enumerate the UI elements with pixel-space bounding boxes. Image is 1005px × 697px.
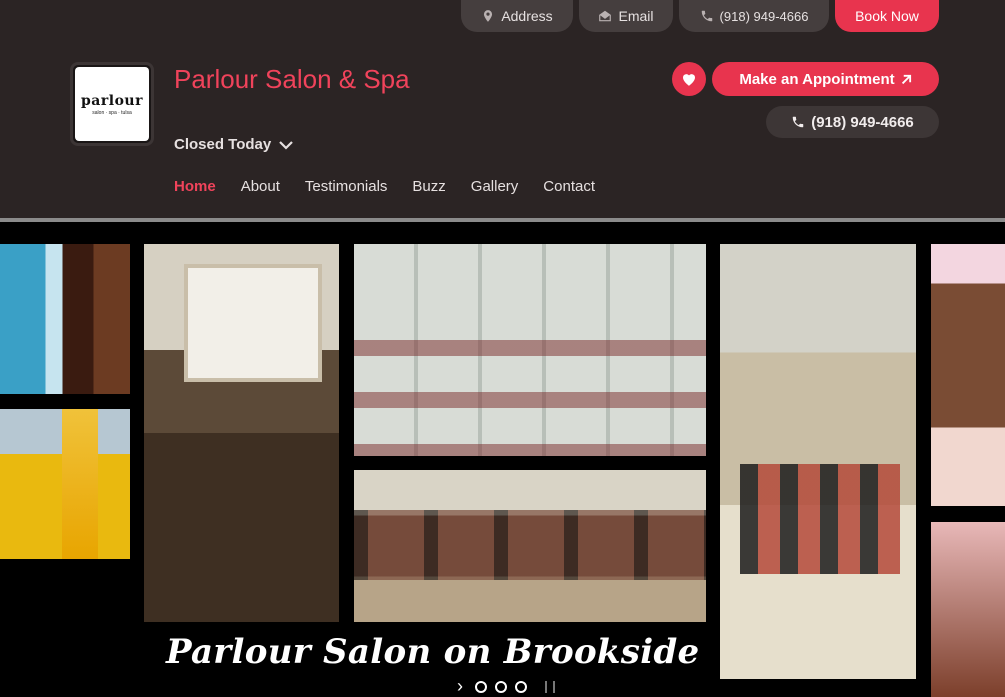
external-arrow-icon — [901, 74, 911, 84]
hours-dropdown[interactable]: Closed Today — [174, 136, 294, 153]
gallery-photo-nail-polish-display[interactable] — [720, 244, 916, 679]
favorite-button[interactable] — [672, 62, 706, 96]
gallery-photo-product-shelves[interactable] — [354, 244, 706, 456]
slide-dot[interactable] — [475, 680, 487, 693]
nav-item-buzz[interactable]: Buzz — [412, 178, 445, 195]
site-header: parlour salon · spa · tulsa Parlour Salo… — [0, 40, 1005, 220]
header-phone-label: (918) 949-4666 — [811, 113, 914, 131]
gallery-photo-bridal-hair[interactable] — [931, 244, 1005, 506]
slideshow-caption: Parlour Salon on Brookside — [166, 632, 700, 672]
book-now-button[interactable]: Book Now — [835, 0, 939, 32]
photo-gallery-slideshow: Parlour Salon on Brookside › — [0, 222, 1005, 697]
address-label: Address — [501, 8, 553, 24]
slide-dot[interactable] — [495, 680, 507, 693]
gallery-photo-salon-interior[interactable] — [144, 244, 339, 622]
gallery-photo-hairstyle[interactable] — [931, 522, 1005, 697]
nav-item-contact[interactable]: Contact — [543, 178, 595, 195]
top-utility-bar: Address Email (918) 949-4666 Book Now — [0, 0, 1005, 40]
slideshow-controls: › — [453, 676, 555, 697]
map-pin-icon — [484, 10, 493, 22]
nav-item-testimonials[interactable]: Testimonials — [305, 178, 388, 195]
main-nav: Home About Testimonials Buzz Gallery Con… — [174, 178, 595, 195]
phone-icon — [701, 10, 712, 22]
chevron-down-icon — [279, 140, 294, 150]
email-label: Email — [618, 8, 654, 24]
appointment-label: Make an Appointment — [739, 70, 895, 88]
gallery-photo-styling-stations[interactable] — [354, 470, 706, 622]
slide-dot[interactable] — [515, 680, 527, 693]
logo-image: parlour salon · spa · tulsa — [75, 67, 149, 141]
address-button[interactable]: Address — [461, 0, 573, 32]
phone-label: (918) 949-4666 — [719, 8, 809, 24]
nav-item-gallery[interactable]: Gallery — [471, 178, 519, 195]
next-icon[interactable]: › — [453, 676, 467, 697]
gallery-photo-yellow-products[interactable] — [0, 409, 130, 559]
nav-item-home[interactable]: Home — [174, 178, 216, 195]
book-now-label: Book Now — [855, 8, 919, 24]
hours-status: Closed Today — [174, 136, 272, 153]
header-phone-button[interactable]: (918) 949-4666 — [766, 106, 939, 138]
phone-call-button[interactable]: (918) 949-4666 — [679, 0, 829, 32]
site-title[interactable]: Parlour Salon & Spa — [174, 64, 410, 95]
pause-icon[interactable] — [545, 680, 555, 693]
nav-item-about[interactable]: About — [241, 178, 280, 195]
email-button[interactable]: Email — [579, 0, 673, 32]
phone-icon — [792, 116, 804, 128]
heart-icon — [683, 74, 695, 86]
logo-tagline: salon · spa · tulsa — [92, 109, 132, 116]
gallery-photo-products[interactable] — [0, 244, 130, 394]
logo-wordmark: parlour — [81, 92, 143, 109]
logo[interactable]: parlour salon · spa · tulsa — [70, 62, 154, 146]
envelope-icon — [599, 10, 612, 22]
make-appointment-button[interactable]: Make an Appointment — [712, 62, 939, 96]
